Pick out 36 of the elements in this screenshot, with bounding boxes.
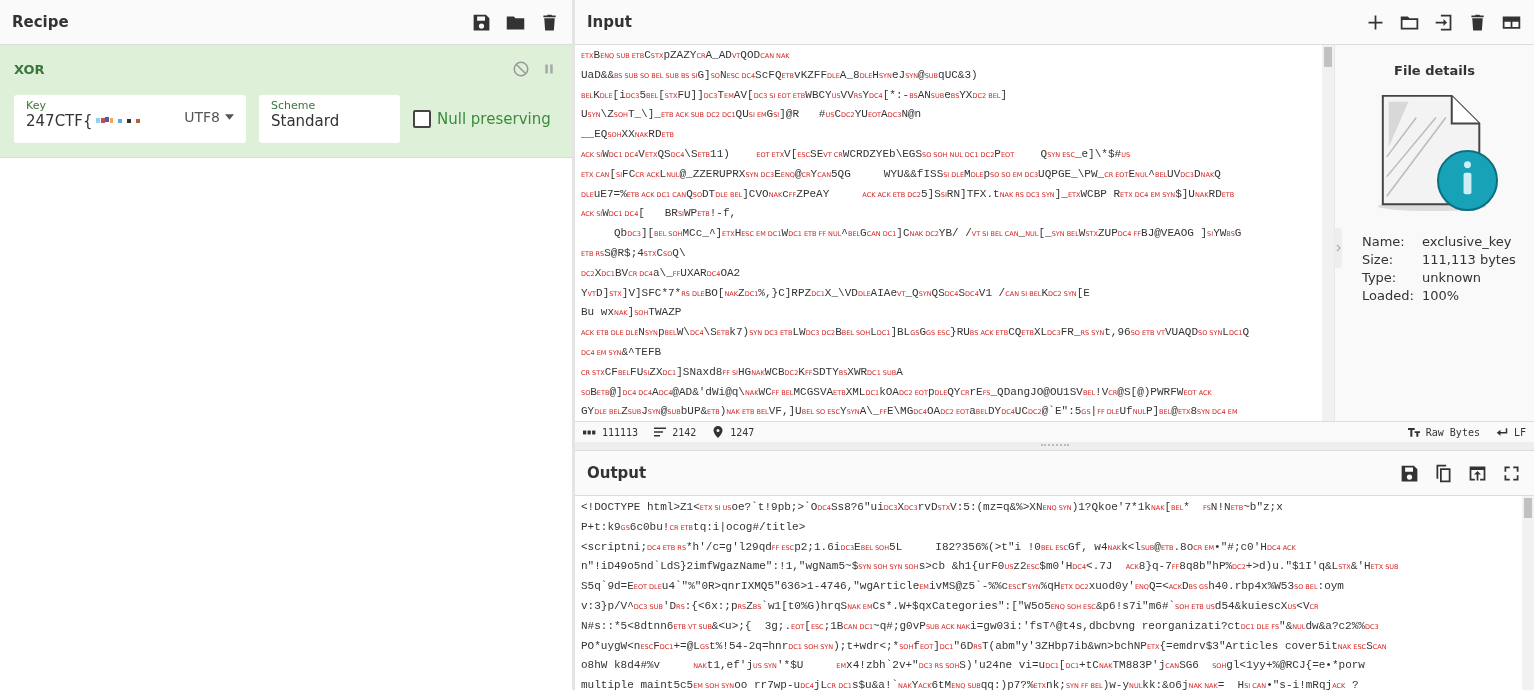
detail-label: Size: — [1362, 252, 1395, 267]
length-count: 111113 — [602, 426, 639, 438]
panel-title: Output — [587, 464, 647, 482]
field-value: Standard — [271, 112, 341, 130]
scheme-field[interactable]: Scheme Standard — [259, 95, 400, 143]
detail-value: unknown — [1422, 270, 1483, 285]
detail-value: exclusive_key — [1422, 234, 1513, 249]
return-icon[interactable] — [1495, 426, 1508, 438]
detail-value: 111,113 bytes — [1422, 252, 1516, 267]
line-count: 2142 — [672, 426, 697, 438]
length-icon — [583, 428, 596, 436]
pin-icon — [712, 426, 725, 438]
key-field[interactable]: Key 247CTF{ UTF8 — [14, 95, 246, 143]
operation-title: XOR — [14, 61, 45, 77]
encoding-selector[interactable]: Raw Bytes — [1425, 426, 1480, 438]
scrollbar[interactable] — [1522, 496, 1534, 690]
field-value: 247CTF{ — [26, 112, 93, 130]
detail-value: 100% — [1422, 288, 1461, 303]
text-size-icon[interactable] — [1407, 426, 1420, 438]
detail-label: Name: — [1362, 234, 1406, 249]
field-label: Key — [26, 99, 47, 112]
detail-label: Loaded: — [1362, 288, 1415, 303]
cursor-position: 1247 — [730, 426, 755, 438]
eol-selector[interactable]: LF — [1513, 426, 1526, 438]
panel-title: Input — [587, 13, 632, 31]
detail-label: Type: — [1362, 270, 1398, 285]
panel-title: Recipe — [12, 13, 69, 31]
caret-icon — [225, 114, 234, 120]
details-title: File details — [1394, 63, 1475, 78]
checkbox[interactable] — [413, 110, 431, 128]
checkbox-label: Null preserving — [437, 110, 551, 128]
lines-icon — [654, 426, 667, 438]
field-label: Scheme — [271, 99, 317, 112]
scrollbar[interactable] — [1322, 45, 1334, 421]
collapse-handle[interactable] — [1335, 228, 1342, 268]
resize-handle[interactable] — [1040, 444, 1069, 448]
